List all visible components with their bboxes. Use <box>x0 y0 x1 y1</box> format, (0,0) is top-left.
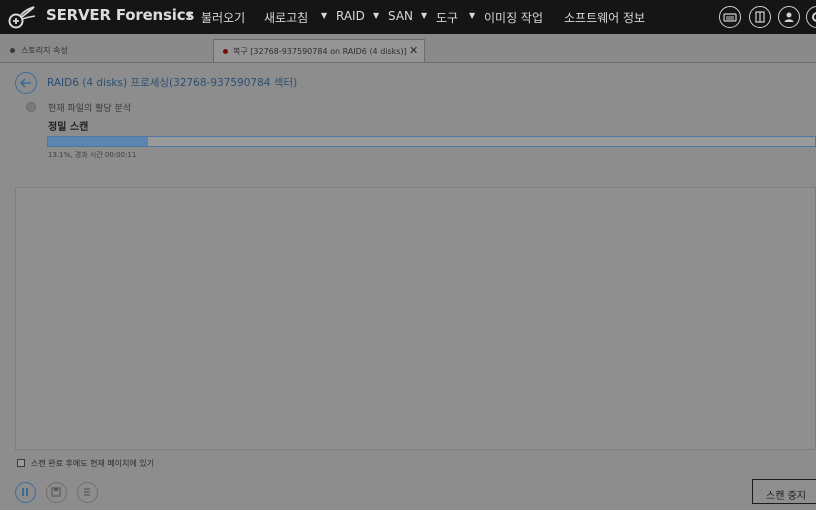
tab-storage-properties[interactable]: 스토리지 속성 <box>0 39 205 62</box>
top-bar: SERVER Forensics ▼ 불러오기 새로고침 ▼ RAID ▼ SA… <box>0 0 816 34</box>
chevron-down-icon: ▼ <box>373 11 380 20</box>
logo-icon <box>8 6 36 29</box>
sector-row <box>16 189 816 197</box>
chevron-down-icon: ▼ <box>321 11 328 20</box>
settings-icon <box>812 12 816 22</box>
user-icon <box>784 12 794 22</box>
sector-row <box>16 198 816 206</box>
menu-raid[interactable]: RAID <box>336 9 365 23</box>
progress-text: 13.1%, 경과 시간 00:00:11 <box>48 151 137 159</box>
app-title: SERVER Forensics <box>46 6 195 24</box>
keyboard-icon <box>723 13 737 22</box>
stay-on-page-checkbox[interactable] <box>17 459 25 467</box>
scan-stage: 정밀 스캔 <box>48 122 89 133</box>
sector-map <box>15 187 816 450</box>
arrow-left-icon <box>19 77 31 88</box>
tab-dot-icon <box>223 49 228 54</box>
settings-button[interactable] <box>806 6 816 28</box>
stop-scan-button[interactable]: 스캔 중지 <box>752 479 816 504</box>
keyboard-button[interactable] <box>719 6 741 28</box>
menu-san[interactable]: SAN <box>388 9 413 23</box>
back-button[interactable] <box>15 72 37 94</box>
list-button[interactable] <box>77 482 98 503</box>
panel-button[interactable] <box>749 6 771 28</box>
save-button[interactable] <box>46 482 67 503</box>
sector-row <box>16 216 93 224</box>
menu-refresh[interactable]: 새로고침 <box>264 9 308 26</box>
list-icon <box>84 488 90 496</box>
menu-about[interactable]: 소프트웨어 정보 <box>564 9 645 26</box>
panel-icon <box>755 11 765 23</box>
close-icon[interactable]: ✕ <box>409 44 418 57</box>
tab-label: 스토리지 속성 <box>21 46 68 55</box>
menu-tools[interactable]: 도구 <box>436 9 458 26</box>
tab-label: 복구 [32768-937590784 on RAID6 (4 disks)] <box>233 47 407 56</box>
menu-imaging[interactable]: 이미징 작업 <box>484 9 543 26</box>
user-button[interactable] <box>778 6 800 28</box>
progress-bar <box>47 136 816 147</box>
tab-recovery[interactable]: 복구 [32768-937590784 on RAID6 (4 disks)] … <box>213 39 425 62</box>
tab-bar: 스토리지 속성 복구 [32768-937590784 on RAID6 (4 … <box>0 34 816 63</box>
tab-dot-icon <box>10 48 15 53</box>
status-text: 현재 파일의 활당 분석 <box>48 104 132 114</box>
save-icon <box>51 487 61 497</box>
menu-load[interactable]: 불러오기 <box>201 9 245 26</box>
page-title: RAID6 (4 disks) 프로세싱(32768-937590784 섹터) <box>47 77 298 89</box>
chevron-down-icon: ▼ <box>421 11 428 20</box>
pause-icon <box>22 488 28 496</box>
sector-row <box>16 207 221 215</box>
chevron-down-icon: ▼ <box>186 11 193 20</box>
chevron-down-icon: ▼ <box>469 11 476 20</box>
pause-button[interactable] <box>15 482 36 503</box>
progress-fill <box>48 137 149 146</box>
status-check-icon <box>26 102 36 112</box>
stay-on-page-label: 스캔 완료 후에도 현재 페이지에 있기 <box>31 459 155 468</box>
